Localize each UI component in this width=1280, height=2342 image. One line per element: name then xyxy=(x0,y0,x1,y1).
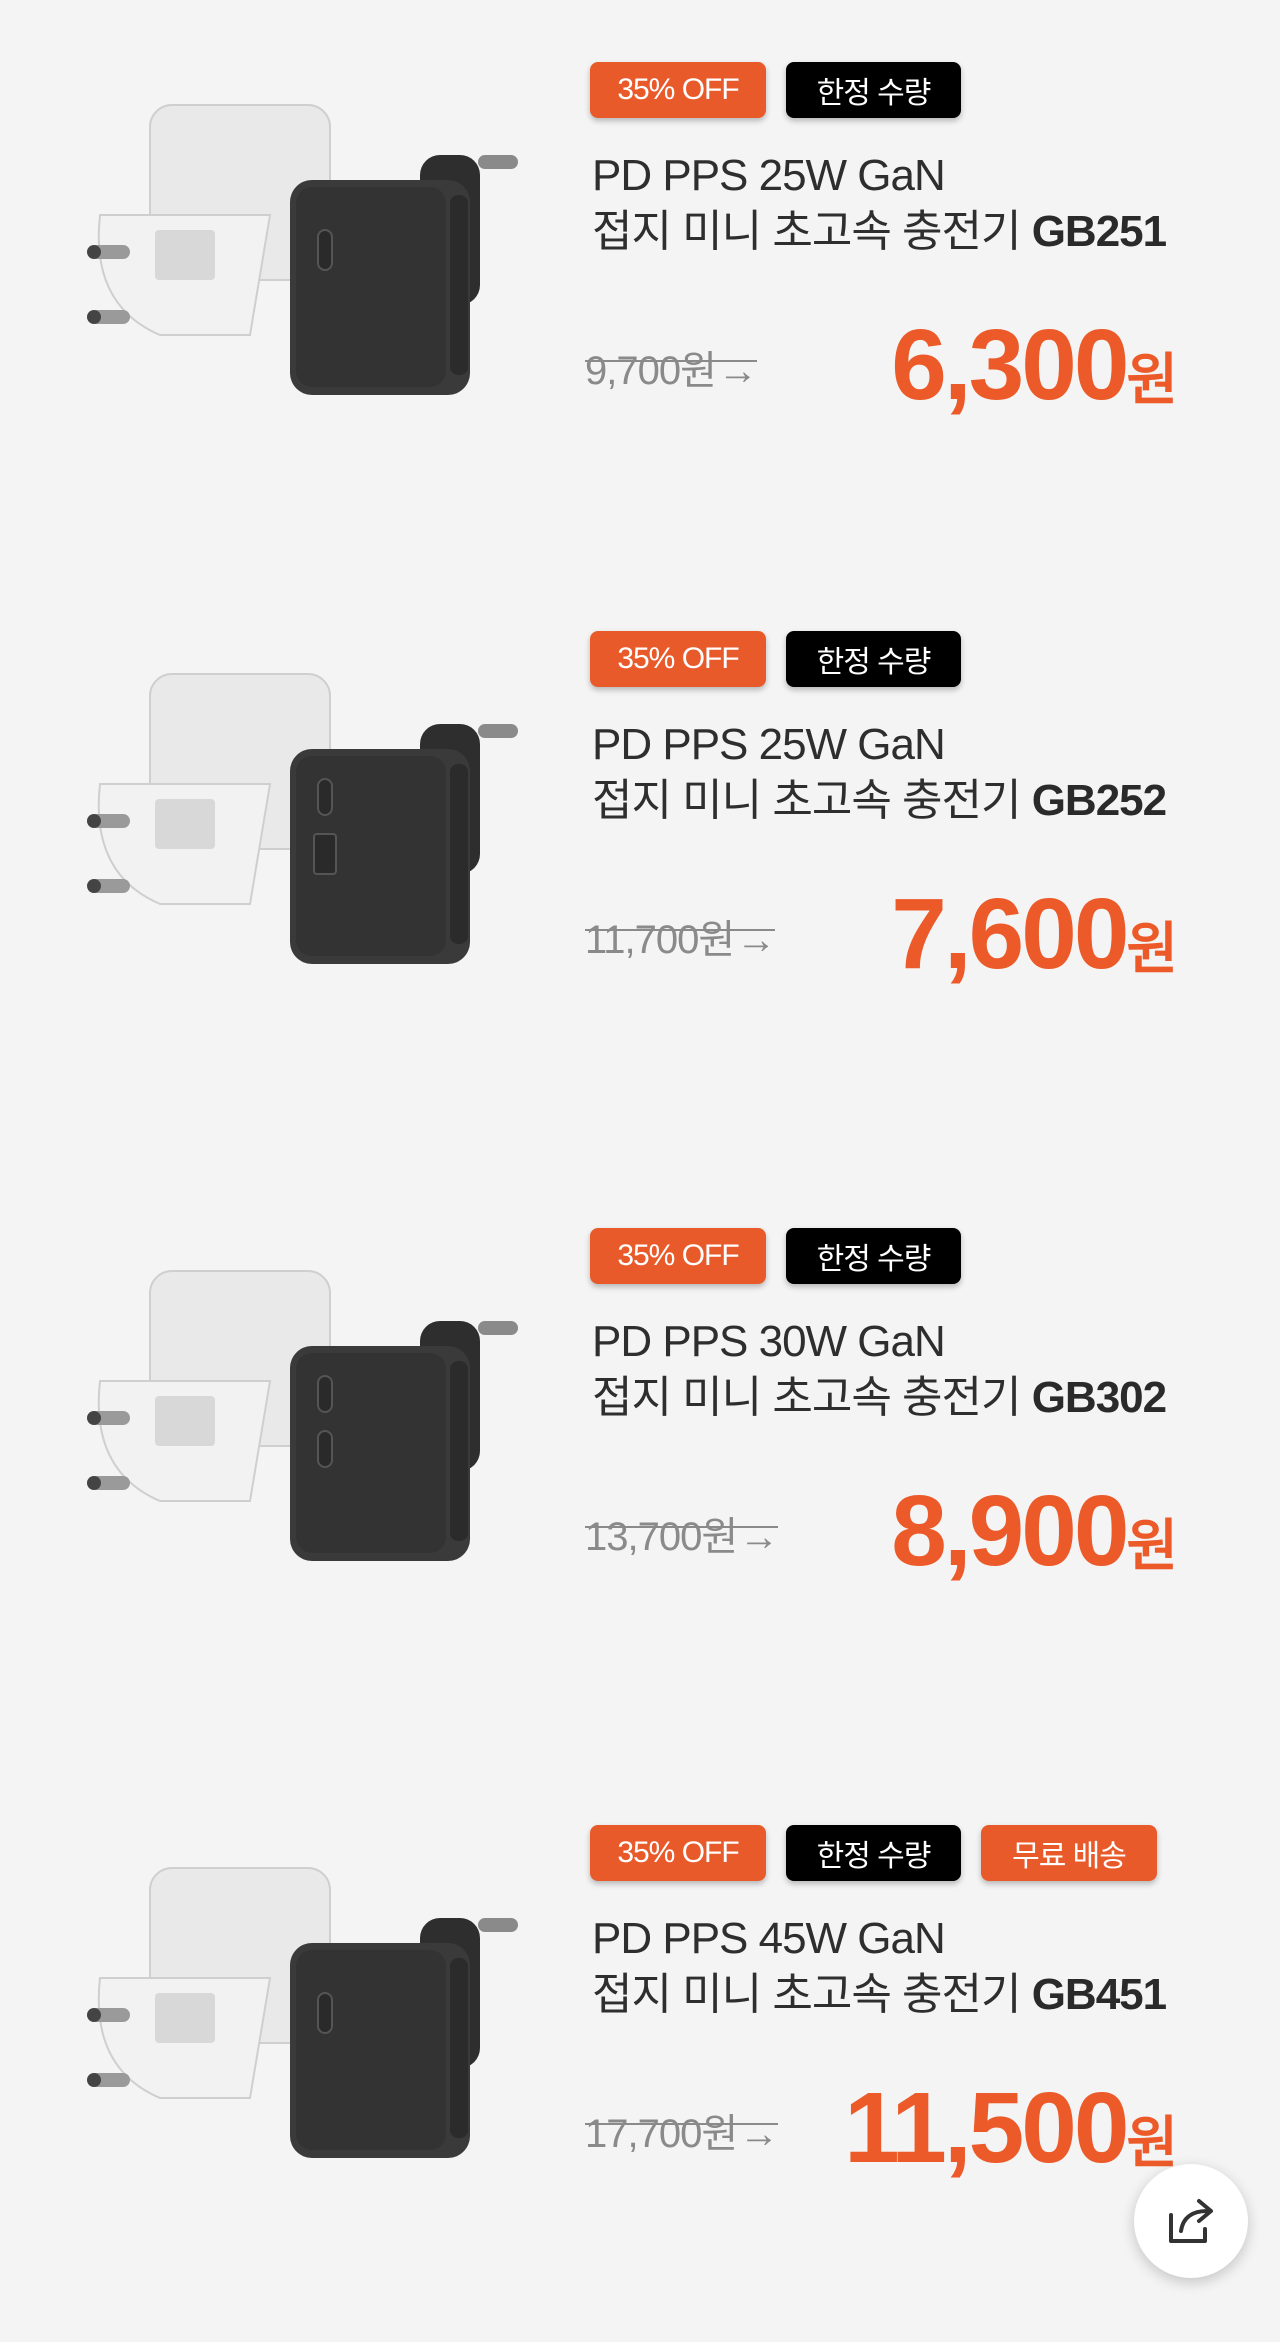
share-button[interactable] xyxy=(1134,2164,1248,2278)
product-title-line2: 접지 미니 초고속 충전기 xyxy=(592,1970,1032,2019)
limited-quantity-badge: 한정 수량 xyxy=(786,1228,961,1284)
product-model: GB251 xyxy=(1031,207,1167,256)
discount-badge: 35% OFF xyxy=(590,1825,766,1881)
product-card[interactable]: 35% OFF 한정 수량 PD PPS 25W GaN 접지 미니 초고속 충전… xyxy=(0,0,1280,567)
discount-badge: 35% OFF xyxy=(590,62,766,118)
original-price: 9,700원→ xyxy=(585,338,758,396)
sale-price-value: 8,900 xyxy=(891,1475,1129,1587)
product-image[interactable] xyxy=(70,664,550,974)
product-title[interactable]: PD PPS 30W GaN 접지 미니 초고속 충전기 GB302 xyxy=(592,1314,1167,1426)
sale-price-currency: 원 xyxy=(1126,1514,1178,1577)
arrow-icon: → xyxy=(717,349,758,393)
sale-price-value: 11,500 xyxy=(844,2072,1129,2184)
limited-quantity-badge: 한정 수량 xyxy=(786,631,961,687)
arrow-icon: → xyxy=(739,1515,779,1559)
product-title[interactable]: PD PPS 25W GaN 접지 미니 초고속 충전기 GB252 xyxy=(592,717,1167,829)
sale-price: 11,500원 xyxy=(844,2073,1178,2183)
sale-price-value: 7,600 xyxy=(891,878,1129,990)
product-title-line1: PD PPS 25W GaN xyxy=(592,720,946,769)
discount-badge: 35% OFF xyxy=(590,1228,766,1284)
product-image[interactable] xyxy=(70,1261,550,1571)
product-title-line2: 접지 미니 초고속 충전기 xyxy=(592,1373,1032,1422)
sale-price: 6,300원 xyxy=(891,310,1178,420)
product-model: GB252 xyxy=(1031,776,1167,825)
original-price: 13,700원→ xyxy=(585,1504,779,1562)
product-image[interactable] xyxy=(70,1858,550,2168)
product-card[interactable]: 35% OFF 한정 수량 무료 배송 PD PPS 45W GaN 접지 미니 초… xyxy=(0,1733,1280,2330)
product-title-line2: 접지 미니 초고속 충전기 xyxy=(592,207,1032,256)
sale-price-currency: 원 xyxy=(1126,2111,1178,2174)
strikethrough-line xyxy=(585,2123,779,2125)
original-price-value: 11,700원 xyxy=(585,918,735,962)
free-shipping-badge: 무료 배송 xyxy=(981,1825,1157,1881)
original-price-value: 13,700원 xyxy=(585,1515,738,1559)
sale-price-currency: 원 xyxy=(1126,917,1178,980)
product-title-line2: 접지 미니 초고속 충전기 xyxy=(592,776,1032,825)
badge-row: 35% OFF 한정 수량 xyxy=(590,1228,961,1284)
strikethrough-line xyxy=(585,929,776,931)
product-card[interactable]: 35% OFF 한정 수량 PD PPS 30W GaN 접지 미니 초고속 충전… xyxy=(0,1136,1280,1733)
original-price-value: 9,700원 xyxy=(585,349,717,393)
product-model: GB302 xyxy=(1031,1373,1167,1422)
badge-row: 35% OFF 한정 수량 무료 배송 xyxy=(590,1825,1157,1881)
limited-quantity-badge: 한정 수량 xyxy=(786,62,961,118)
product-image[interactable] xyxy=(70,95,550,405)
product-model: GB451 xyxy=(1031,1970,1167,2019)
product-title-line1: PD PPS 45W GaN xyxy=(592,1914,946,1963)
product-title-line1: PD PPS 30W GaN xyxy=(592,1317,946,1366)
strikethrough-line xyxy=(585,360,757,362)
share-icon xyxy=(1169,2199,1213,2243)
product-title[interactable]: PD PPS 25W GaN 접지 미니 초고속 충전기 GB251 xyxy=(592,148,1167,260)
product-card[interactable]: 35% OFF 한정 수량 PD PPS 25W GaN 접지 미니 초고속 충전… xyxy=(0,539,1280,1136)
limited-quantity-badge: 한정 수량 xyxy=(786,1825,961,1881)
badge-row: 35% OFF 한정 수량 xyxy=(590,62,961,118)
strikethrough-line xyxy=(585,1526,779,1528)
original-price-value: 17,700원 xyxy=(585,2112,738,2156)
original-price: 17,700원→ xyxy=(585,2101,779,2159)
sale-price-value: 6,300 xyxy=(891,309,1129,421)
arrow-icon: → xyxy=(736,918,776,962)
arrow-icon: → xyxy=(739,2112,779,2156)
discount-badge: 35% OFF xyxy=(590,631,766,687)
product-title-line1: PD PPS 25W GaN xyxy=(592,151,946,200)
original-price: 11,700원→ xyxy=(585,907,776,965)
sale-price: 8,900원 xyxy=(891,1476,1178,1586)
sale-price-currency: 원 xyxy=(1126,348,1178,411)
badge-row: 35% OFF 한정 수량 xyxy=(590,631,961,687)
sale-price: 7,600원 xyxy=(891,879,1178,989)
product-title[interactable]: PD PPS 45W GaN 접지 미니 초고속 충전기 GB451 xyxy=(592,1911,1167,2023)
